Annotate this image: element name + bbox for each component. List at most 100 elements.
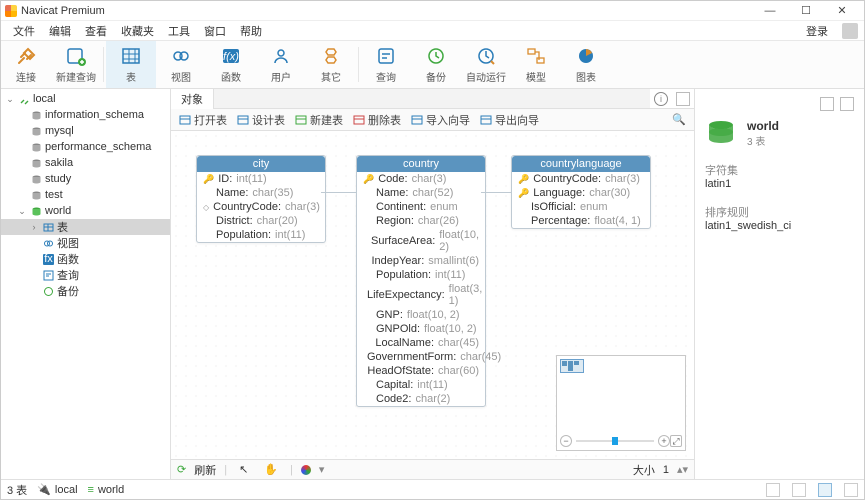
- search-icon[interactable]: 🔍: [672, 113, 686, 126]
- refresh-icon[interactable]: ⟳: [177, 463, 186, 476]
- toolbar-new-query[interactable]: 新建查询: [51, 41, 101, 88]
- tree-functions[interactable]: fx函数: [1, 251, 170, 267]
- menu-file[interactable]: 文件: [7, 21, 41, 41]
- entity-field[interactable]: 🔑CountryCode: char(3): [512, 172, 650, 186]
- tree-views[interactable]: 视图: [1, 235, 170, 251]
- entity-field[interactable]: SurfaceArea: float(10, 2): [357, 228, 485, 254]
- tree-database-open[interactable]: ⌄world: [1, 203, 170, 219]
- entity-field[interactable]: Continent: enum: [357, 200, 485, 214]
- entity-field[interactable]: Capital: int(11): [357, 378, 485, 392]
- tree-twist-icon[interactable]: ›: [29, 222, 39, 232]
- entity-field[interactable]: HeadOfState: char(60): [357, 364, 485, 378]
- entity-countrylanguage[interactable]: countrylanguage🔑CountryCode: char(3)🔑Lan…: [511, 155, 651, 229]
- window-maximize-button[interactable]: ☐: [788, 4, 824, 17]
- zoom-handle[interactable]: [612, 437, 618, 445]
- menu-window[interactable]: 窗口: [198, 21, 232, 41]
- panel-toggle-icon[interactable]: [676, 92, 690, 106]
- connection-tree[interactable]: ⌄localinformation_schemamysqlperformance…: [1, 89, 171, 479]
- objtool-2[interactable]: 新建表: [295, 112, 343, 128]
- entity-field[interactable]: GNPOld: float(10, 2): [357, 322, 485, 336]
- diagram-canvas[interactable]: countrylanguage🔑CountryCode: char(3)🔑Lan…: [171, 131, 694, 459]
- toolbar-schedule[interactable]: 自动运行: [461, 41, 511, 88]
- entity-field[interactable]: LifeExpectancy: float(3, 1): [357, 282, 485, 308]
- menu-favorites[interactable]: 收藏夹: [115, 21, 160, 41]
- zoom-fit-button[interactable]: ⤢: [670, 435, 682, 447]
- panel-view-icon[interactable]: [820, 97, 834, 111]
- info-toggle-icon[interactable]: i: [654, 92, 668, 106]
- minimap-viewport[interactable]: [560, 359, 584, 373]
- entity-field[interactable]: Code2: char(2): [357, 392, 485, 406]
- entity-field[interactable]: LocalName: char(45): [357, 336, 485, 350]
- tree-backups[interactable]: 备份: [1, 283, 170, 299]
- tree-database[interactable]: information_schema: [1, 107, 170, 123]
- toolbar-fx[interactable]: f(x)函数: [206, 41, 256, 88]
- entity-field[interactable]: ◇CountryCode: char(3): [197, 200, 325, 214]
- tree-database[interactable]: mysql: [1, 123, 170, 139]
- toolbar-backup[interactable]: 备份: [411, 41, 461, 88]
- window-close-button[interactable]: ✕: [824, 4, 860, 17]
- view-grid-icon[interactable]: [844, 483, 858, 497]
- entity-field[interactable]: 🔑Language: char(30): [512, 186, 650, 200]
- entity-field[interactable]: IndepYear: smallint(6): [357, 254, 485, 268]
- entity-field[interactable]: Population: int(11): [357, 268, 485, 282]
- tree-twist-icon[interactable]: ⌄: [17, 206, 27, 217]
- entity-country[interactable]: country🔑Code: char(3)Name: char(52)Conti…: [356, 155, 486, 407]
- toolbar-chart[interactable]: 图表: [561, 41, 611, 88]
- entity-field[interactable]: Percentage: float(4, 1): [512, 214, 650, 228]
- menu-help[interactable]: 帮助: [234, 21, 268, 41]
- toolbar-query[interactable]: 查询: [361, 41, 411, 88]
- tree-twist-icon[interactable]: ⌄: [5, 94, 15, 105]
- view-detail-icon[interactable]: [792, 483, 806, 497]
- entity-header[interactable]: country: [357, 156, 485, 172]
- toolbar-model[interactable]: 模型: [511, 41, 561, 88]
- tree-tables[interactable]: ›表: [1, 219, 170, 235]
- color-tool-icon[interactable]: [301, 465, 311, 475]
- entity-field[interactable]: Population: int(11): [197, 228, 325, 242]
- status-database[interactable]: ≡ world: [88, 484, 125, 496]
- entity-header[interactable]: countrylanguage: [512, 156, 650, 172]
- view-er-icon[interactable]: [818, 483, 832, 497]
- tree-database[interactable]: performance_schema: [1, 139, 170, 155]
- toolbar-user[interactable]: 用户: [256, 41, 306, 88]
- toolbar-table[interactable]: 表: [106, 41, 156, 88]
- toolbar-view[interactable]: 视图: [156, 41, 206, 88]
- pointer-tool-icon[interactable]: ↖: [235, 463, 252, 476]
- view-list-icon[interactable]: [766, 483, 780, 497]
- zoom-slider[interactable]: − + ⤢: [560, 435, 682, 447]
- objtool-3[interactable]: 删除表: [353, 112, 401, 128]
- objtool-4[interactable]: 导入向导: [411, 112, 470, 128]
- entity-field[interactable]: IsOfficial: enum: [512, 200, 650, 214]
- panel-view2-icon[interactable]: [840, 97, 854, 111]
- menu-view[interactable]: 查看: [79, 21, 113, 41]
- zoom-in-button[interactable]: +: [658, 435, 670, 447]
- entity-header[interactable]: city: [197, 156, 325, 172]
- entity-field[interactable]: GNP: float(10, 2): [357, 308, 485, 322]
- login-link[interactable]: 登录: [800, 21, 834, 41]
- tree-connection[interactable]: ⌄local: [1, 91, 170, 107]
- entity-field[interactable]: 🔑ID: int(11): [197, 172, 325, 186]
- tree-database[interactable]: study: [1, 171, 170, 187]
- objtool-1[interactable]: 设计表: [237, 112, 285, 128]
- entity-field[interactable]: Name: char(52): [357, 186, 485, 200]
- minimap[interactable]: − + ⤢: [556, 355, 686, 451]
- window-minimize-button[interactable]: —: [752, 5, 788, 17]
- avatar-icon[interactable]: [842, 23, 858, 39]
- tree-database[interactable]: sakila: [1, 155, 170, 171]
- menu-tools[interactable]: 工具: [162, 21, 196, 41]
- refresh-label[interactable]: 刷新: [194, 462, 216, 478]
- entity-city[interactable]: city🔑ID: int(11)Name: char(35)◇CountryCo…: [196, 155, 326, 243]
- status-connection[interactable]: 🔌 local: [37, 483, 77, 496]
- toolbar-misc[interactable]: 其它: [306, 41, 356, 88]
- hand-tool-icon[interactable]: ✋: [260, 463, 282, 476]
- objtool-0[interactable]: 打开表: [179, 112, 227, 128]
- menu-edit[interactable]: 编辑: [43, 21, 77, 41]
- entity-field[interactable]: Region: char(26): [357, 214, 485, 228]
- entity-field[interactable]: District: char(20): [197, 214, 325, 228]
- tree-queries[interactable]: 查询: [1, 267, 170, 283]
- tree-database[interactable]: test: [1, 187, 170, 203]
- entity-field[interactable]: Name: char(35): [197, 186, 325, 200]
- zoom-out-button[interactable]: −: [560, 435, 572, 447]
- entity-field[interactable]: 🔑Code: char(3): [357, 172, 485, 186]
- tab-objects[interactable]: 对象: [171, 89, 214, 109]
- toolbar-plug[interactable]: 连接: [1, 41, 51, 88]
